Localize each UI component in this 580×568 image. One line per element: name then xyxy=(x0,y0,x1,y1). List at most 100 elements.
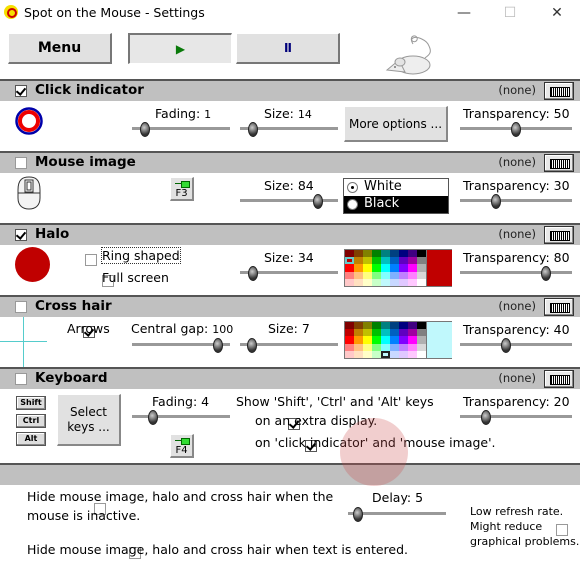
palette-swatch[interactable] xyxy=(345,343,354,351)
palette-swatch[interactable] xyxy=(399,250,408,258)
palette-swatch[interactable] xyxy=(417,264,426,272)
radio-white[interactable]: White xyxy=(344,179,448,196)
ring-shaped-label[interactable]: Ring shaped xyxy=(101,247,181,264)
size-slider[interactable] xyxy=(240,338,338,353)
palette-swatch[interactable] xyxy=(363,322,372,330)
more-options-button[interactable]: More options ... xyxy=(344,106,448,142)
transparency-slider[interactable] xyxy=(460,266,572,281)
palette-swatch[interactable] xyxy=(399,264,408,272)
palette-swatch[interactable] xyxy=(399,322,408,330)
palette-swatch[interactable] xyxy=(390,257,399,265)
size-slider[interactable] xyxy=(240,266,338,281)
slider-thumb[interactable] xyxy=(139,122,150,137)
palette-swatch[interactable] xyxy=(381,343,390,351)
palette-swatch[interactable] xyxy=(354,322,363,330)
palette-swatch[interactable] xyxy=(408,322,417,330)
mouse-image-checkbox[interactable] xyxy=(15,157,27,169)
slider-thumb[interactable] xyxy=(353,507,364,522)
palette-swatch[interactable] xyxy=(408,329,417,337)
palette-swatch[interactable] xyxy=(363,343,372,351)
slider-thumb[interactable] xyxy=(247,122,258,137)
palette-swatch[interactable] xyxy=(417,329,426,337)
palette-swatch[interactable] xyxy=(399,278,408,286)
slider-thumb[interactable] xyxy=(247,338,258,353)
palette-swatch[interactable] xyxy=(372,271,381,279)
palette-swatch[interactable] xyxy=(363,329,372,337)
palette-swatch[interactable] xyxy=(417,250,426,258)
palette-swatch[interactable] xyxy=(390,278,399,286)
palette-swatch[interactable] xyxy=(390,343,399,351)
keyboard-shortcut-button[interactable] xyxy=(544,370,574,388)
palette-swatch[interactable] xyxy=(363,278,372,286)
palette-swatch[interactable] xyxy=(372,350,381,358)
palette-swatch[interactable] xyxy=(372,336,381,344)
palette-swatch[interactable] xyxy=(354,278,363,286)
select-keys-button[interactable]: Select keys ... xyxy=(57,394,121,446)
palette-swatch[interactable] xyxy=(345,271,354,279)
transparency-slider[interactable] xyxy=(460,410,572,425)
palette-swatch[interactable] xyxy=(408,250,417,258)
menu-button[interactable]: Menu xyxy=(8,33,112,64)
palette-swatch[interactable] xyxy=(408,350,417,358)
size-slider[interactable] xyxy=(240,122,338,137)
fading-slider[interactable] xyxy=(132,410,230,425)
pin-f4-button[interactable]: F4 xyxy=(170,434,194,458)
palette-swatch[interactable] xyxy=(381,257,390,265)
slider-thumb[interactable] xyxy=(247,266,258,281)
palette-swatch[interactable] xyxy=(408,336,417,344)
palette-swatch[interactable] xyxy=(345,336,354,344)
palette-swatch[interactable] xyxy=(417,343,426,351)
slider-thumb[interactable] xyxy=(541,266,551,281)
palette-swatch[interactable] xyxy=(390,329,399,337)
transparency-slider[interactable] xyxy=(460,194,572,209)
cross-hair-checkbox[interactable] xyxy=(15,301,27,313)
keyboard-shortcut-button[interactable] xyxy=(544,226,574,244)
full-screen-label[interactable]: Full screen xyxy=(102,270,169,285)
delay-slider[interactable] xyxy=(348,507,446,522)
palette-swatch[interactable] xyxy=(417,322,426,330)
palette-swatch[interactable] xyxy=(381,322,390,330)
pause-button[interactable]: II xyxy=(236,33,340,64)
palette-swatch[interactable] xyxy=(354,257,363,265)
palette-swatch[interactable] xyxy=(372,264,381,272)
palette-swatch[interactable] xyxy=(345,250,354,258)
palette-swatch[interactable] xyxy=(399,343,408,351)
palette-swatch[interactable] xyxy=(372,329,381,337)
palette-swatch[interactable] xyxy=(381,271,390,279)
halo-color-palette[interactable] xyxy=(344,249,452,287)
slider-thumb[interactable] xyxy=(491,194,501,209)
palette-swatch[interactable] xyxy=(408,264,417,272)
palette-swatch[interactable] xyxy=(390,271,399,279)
palette-swatch[interactable] xyxy=(354,271,363,279)
palette-swatch[interactable] xyxy=(345,329,354,337)
palette-swatch[interactable] xyxy=(399,350,408,358)
radio-black[interactable]: Black xyxy=(344,196,448,213)
palette-swatch[interactable] xyxy=(354,343,363,351)
palette-swatch[interactable] xyxy=(372,343,381,351)
palette-swatch[interactable] xyxy=(381,350,390,358)
slider-thumb[interactable] xyxy=(148,410,159,425)
palette-swatch[interactable] xyxy=(363,257,372,265)
palette-swatch[interactable] xyxy=(390,264,399,272)
palette-swatch[interactable] xyxy=(408,271,417,279)
palette-swatch[interactable] xyxy=(417,336,426,344)
palette-swatch[interactable] xyxy=(417,350,426,358)
fading-slider[interactable] xyxy=(132,122,230,137)
slider-thumb[interactable] xyxy=(313,194,324,209)
keyboard-shortcut-button[interactable] xyxy=(544,82,574,100)
palette-swatch[interactable] xyxy=(372,257,381,265)
minimize-button[interactable]: — xyxy=(442,2,486,24)
radio-button[interactable] xyxy=(347,182,358,193)
palette-swatch[interactable] xyxy=(345,278,354,286)
palette-swatch[interactable] xyxy=(363,250,372,258)
palette-swatch[interactable] xyxy=(381,336,390,344)
palette-swatch[interactable] xyxy=(381,329,390,337)
palette-swatch[interactable] xyxy=(354,264,363,272)
palette-swatch[interactable] xyxy=(345,257,354,265)
ring-shaped-checkbox[interactable] xyxy=(85,254,97,266)
palette-swatch[interactable] xyxy=(354,329,363,337)
halo-checkbox[interactable] xyxy=(15,229,27,241)
radio-button[interactable] xyxy=(347,199,358,210)
palette-swatch[interactable] xyxy=(417,271,426,279)
keyboard-shortcut-button[interactable] xyxy=(544,298,574,316)
